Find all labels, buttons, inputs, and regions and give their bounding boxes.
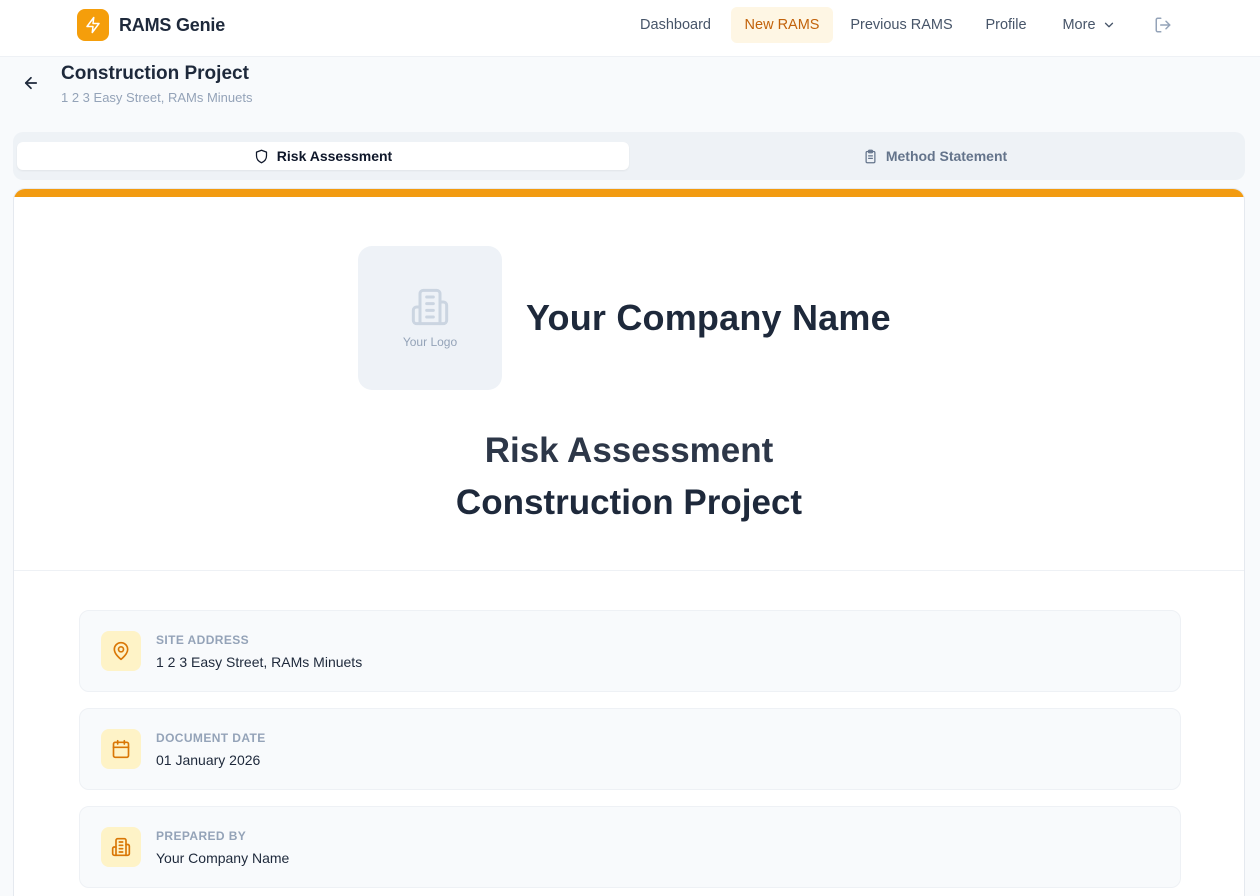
main-nav: Dashboard New RAMS Previous RAMS Profile… [0, 7, 1260, 43]
site-address-label: SITE ADDRESS [156, 633, 250, 647]
prepared-by-label: PREPARED BY [156, 829, 247, 843]
top-navbar: RAMS Genie Dashboard New RAMS Previous R… [0, 0, 1260, 57]
logo-placeholder[interactable]: Your Logo [358, 246, 502, 390]
tab-label: Method Statement [885, 148, 1008, 164]
nav-profile[interactable]: Profile [973, 7, 1039, 43]
company-name: Your Company Name [526, 297, 891, 338]
nav-more[interactable]: More [1052, 7, 1126, 43]
nav-previous-rams[interactable]: Previous RAMS [841, 7, 962, 43]
document-subtitle: Construction Project [455, 483, 803, 522]
site-address-row: SITE ADDRESS 1 2 3 Easy Street, RAMs Min… [79, 610, 1181, 692]
document-date-value: 01 January 2026 [156, 752, 261, 768]
document-date-row: DOCUMENT DATE 01 January 2026 [79, 708, 1181, 790]
logout-icon[interactable] [1154, 16, 1172, 39]
back-arrow-icon[interactable] [22, 74, 42, 94]
map-pin-icon [101, 631, 141, 671]
tab-method-statement[interactable]: Method Statement [629, 142, 1241, 170]
prepared-by-value: Your Company Name [156, 850, 290, 866]
clipboard-icon [865, 149, 876, 163]
document-title: Risk Assessment [484, 431, 774, 470]
document-tabs: Risk Assessment Method Statement [13, 132, 1245, 180]
building-icon [411, 288, 449, 326]
divider [14, 570, 1244, 571]
shield-icon [255, 149, 267, 163]
nav-more-label: More [1062, 17, 1096, 33]
project-title: Construction Project [61, 63, 249, 84]
card-accent-bar [14, 189, 1244, 197]
calendar-icon [101, 729, 141, 769]
building-icon [101, 827, 141, 867]
prepared-by-row: PREPARED BY Your Company Name [79, 806, 1181, 888]
chevron-down-icon [1104, 22, 1113, 28]
site-address-value: 1 2 3 Easy Street, RAMs Minuets [156, 654, 363, 670]
tab-risk-assessment[interactable]: Risk Assessment [17, 142, 629, 170]
nav-dashboard[interactable]: Dashboard [628, 7, 723, 43]
nav-new-rams[interactable]: New RAMS [731, 7, 833, 43]
document-date-label: DOCUMENT DATE [156, 731, 266, 745]
logo-placeholder-label: Your Logo [402, 335, 458, 349]
document-preview-card: Your Logo Your Company Name Risk Assessm… [13, 188, 1245, 896]
tab-label: Risk Assessment [276, 148, 393, 164]
project-address: 1 2 3 Easy Street, RAMs Minuets [61, 90, 253, 105]
